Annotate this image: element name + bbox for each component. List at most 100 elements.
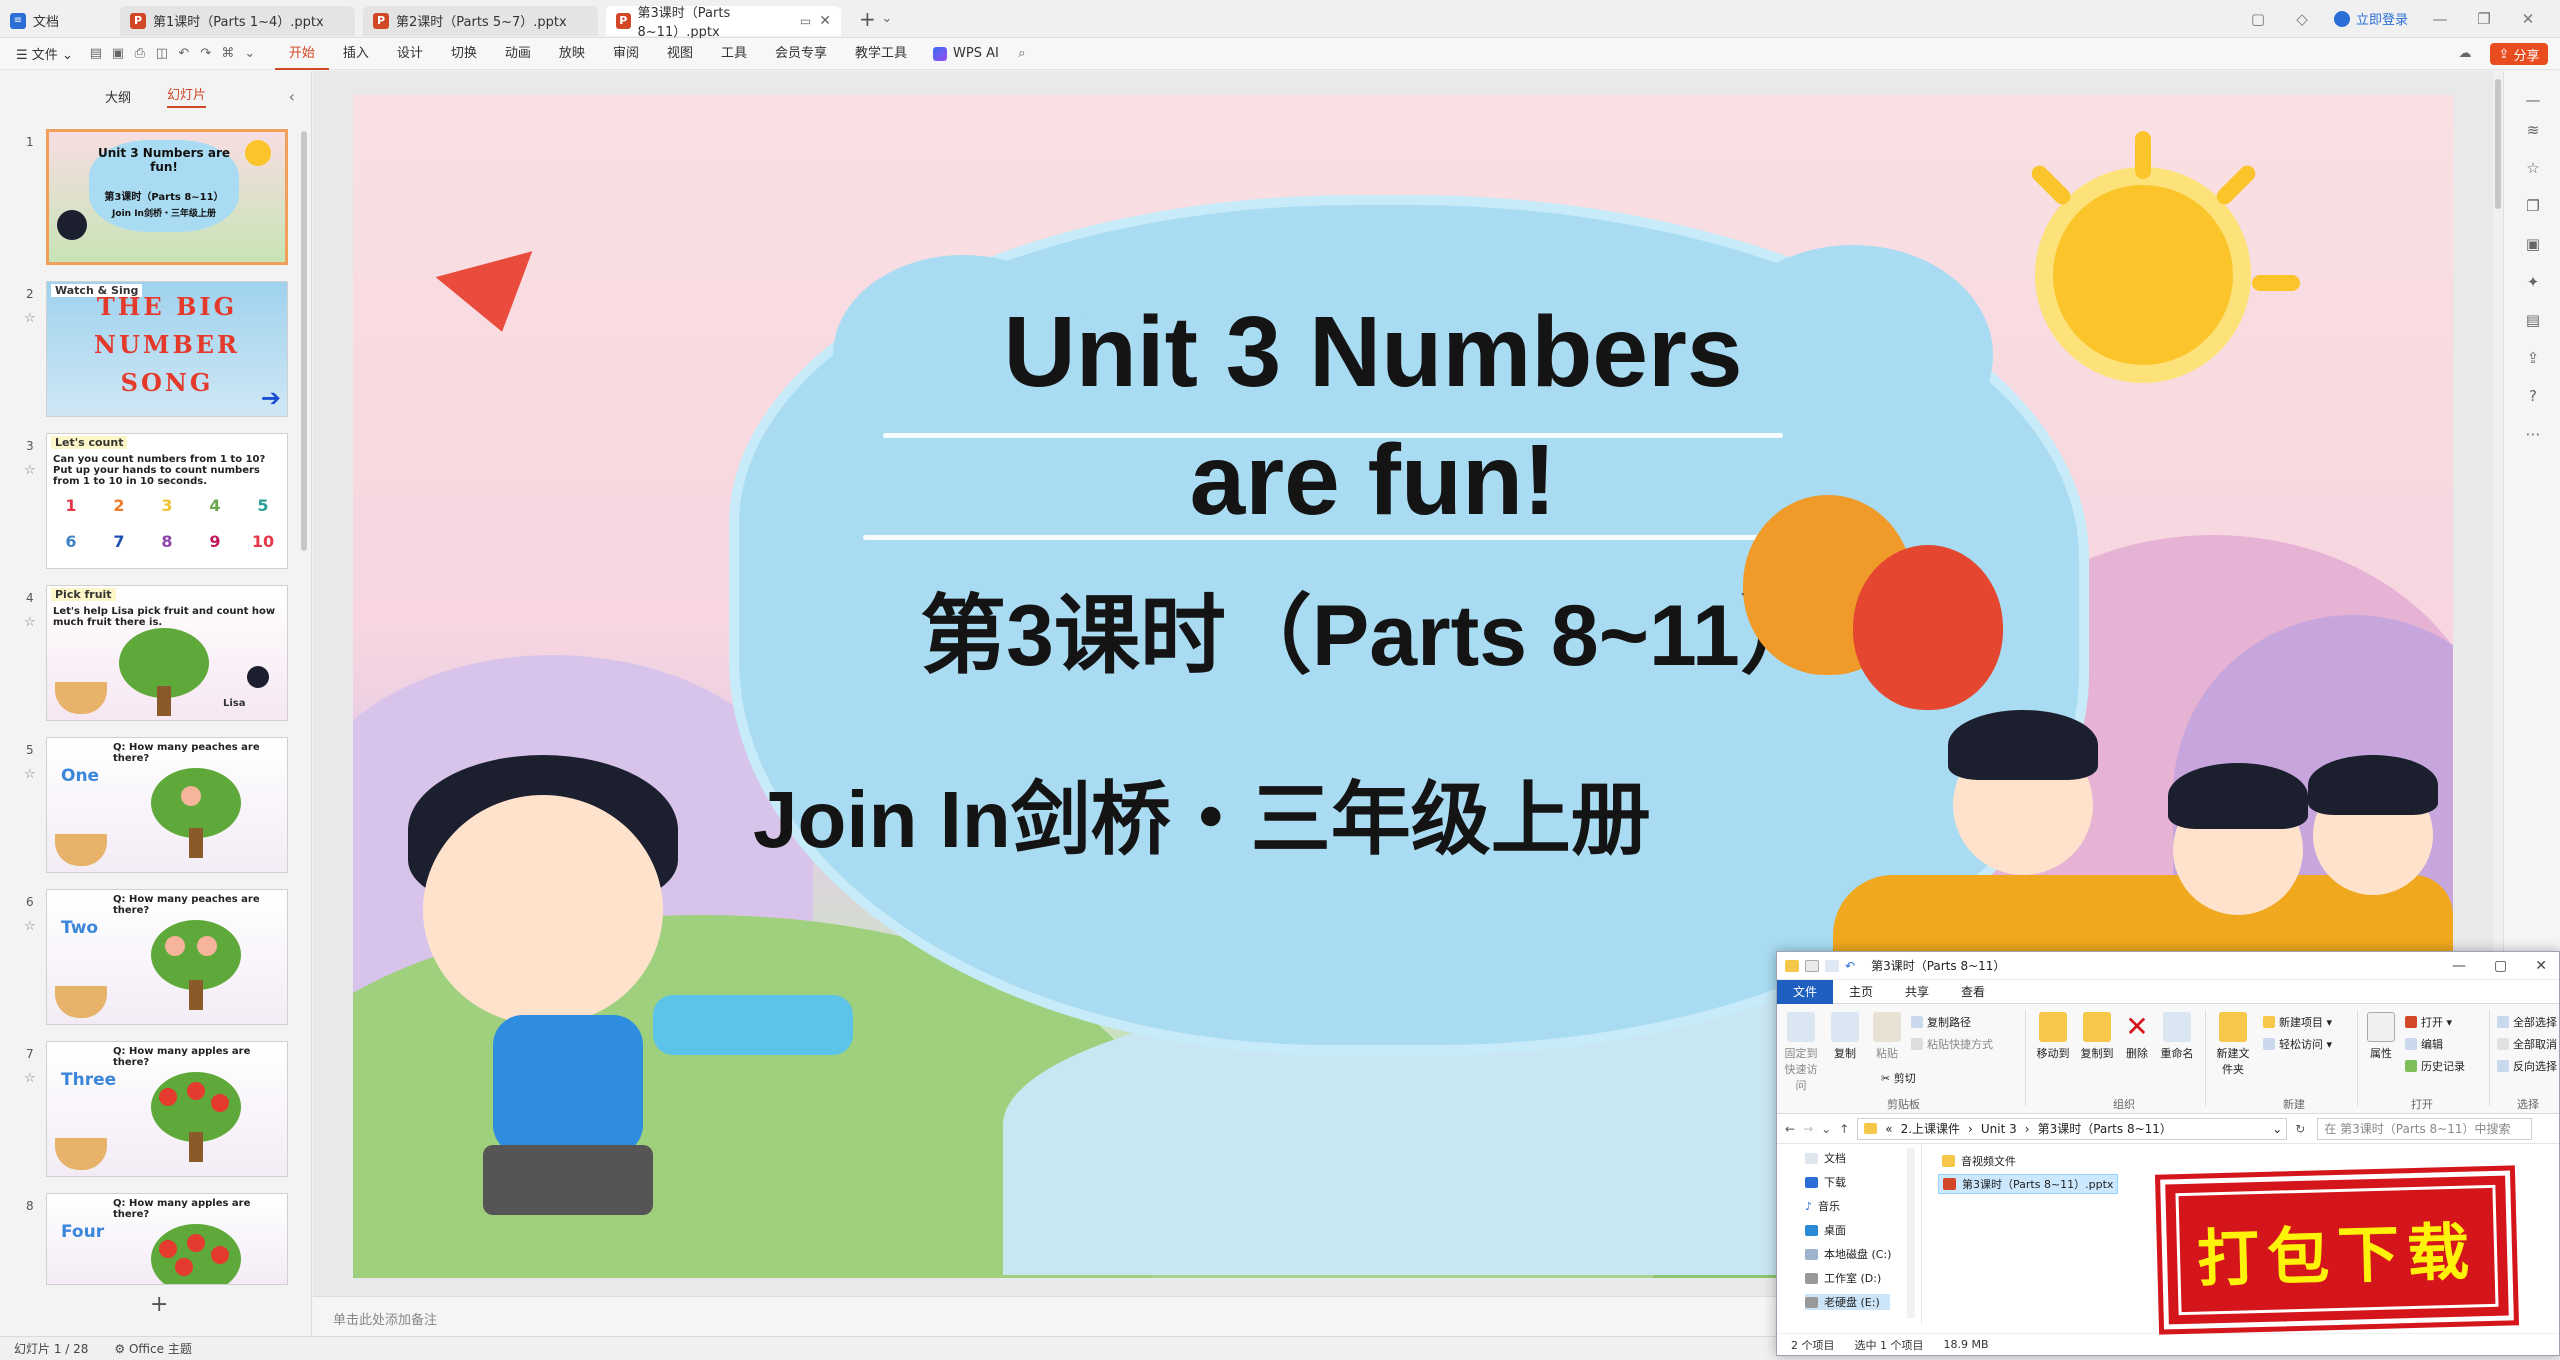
invert-selection-button[interactable]: 反向选择 xyxy=(2497,1058,2557,1074)
screen-icon[interactable]: ▭ xyxy=(800,14,811,28)
slide-thumb-row[interactable]: 5 ☆ Q: How many peaches are there? One xyxy=(0,737,300,877)
wps-ai-button[interactable]: WPS AI xyxy=(921,46,1011,61)
history-button[interactable]: 历史记录 xyxy=(2405,1058,2465,1074)
menu-member[interactable]: 会员专享 xyxy=(761,38,841,70)
slide-thumb-row[interactable]: 4 ☆ Pick fruit Let's help Lisa pick frui… xyxy=(0,585,300,725)
properties-button[interactable]: 属性 xyxy=(2365,1012,2397,1061)
copy-button[interactable]: 复制 xyxy=(1827,1012,1863,1061)
tab-outline[interactable]: 大纲 xyxy=(105,87,131,106)
slide-thumbnail[interactable]: Q: How many apples are there? Three xyxy=(46,1041,288,1177)
save-icon[interactable]: ▣ xyxy=(107,46,129,61)
rename-button[interactable]: 重命名 xyxy=(2157,1012,2197,1061)
star-icon[interactable]: ☆ xyxy=(24,311,36,326)
close-window-icon[interactable]: ✕ xyxy=(2516,10,2540,28)
slide-thumb-row[interactable]: 7 ☆ Q: How many apples are there? Three xyxy=(0,1041,300,1181)
address-field[interactable]: « 2.上课课件 › Unit 3 › 第3课时（Parts 8~11） ⌄ xyxy=(1857,1117,2288,1140)
nav-item-drive-c[interactable]: 本地磁盘 (C:) xyxy=(1805,1246,1891,1262)
slide-thumb-row[interactable]: 6 ☆ Q: How many peaches are there? Two xyxy=(0,889,300,1029)
tab-file-3[interactable]: P 第3课时（Parts 8~11）.pptx ▭ ✕ xyxy=(606,5,841,40)
nav-item-drive-e[interactable]: 老硬盘 (E:) xyxy=(1805,1294,1890,1310)
minus-icon[interactable]: — xyxy=(2524,91,2542,109)
breadcrumb-item[interactable]: 第3课时（Parts 8~11） xyxy=(2038,1120,2172,1137)
tab-file-2[interactable]: P 第2课时（Parts 5~7）.pptx xyxy=(363,5,598,36)
nav-item-downloads[interactable]: 下载 xyxy=(1805,1174,1846,1190)
search-icon[interactable]: ⌕ xyxy=(1011,46,1033,61)
file-menu[interactable]: ☰ 文件 ⌄ xyxy=(0,44,85,63)
menu-slideshow[interactable]: 放映 xyxy=(545,38,599,70)
slide-thumb-row[interactable]: 1 Unit 3 Numbers are fun! 第3课时（Parts 8~1… xyxy=(0,129,300,269)
undo-icon[interactable]: ↶ xyxy=(173,46,195,61)
slide-thumb-row[interactable]: 3 ☆ Let's count Can you count numbers fr… xyxy=(0,433,300,573)
explorer-tab-home[interactable]: 主页 xyxy=(1833,980,1889,1004)
star-icon[interactable]: ☆ xyxy=(24,919,36,934)
format-painter-icon[interactable]: ⌘ xyxy=(217,46,239,61)
edit-button[interactable]: 编辑 xyxy=(2405,1036,2443,1052)
menu-transition[interactable]: 切换 xyxy=(437,38,491,70)
new-folder-quick-icon[interactable] xyxy=(1825,959,1839,972)
collapse-panel-icon[interactable]: ‹ xyxy=(289,87,295,106)
slide-thumbnail[interactable]: Q: How many peaches are there? Two xyxy=(46,889,288,1025)
nav-item-music[interactable]: ♪ 音乐 xyxy=(1805,1198,1840,1214)
slide-thumbnail[interactable]: Q: How many apples are there? Four xyxy=(46,1193,288,1285)
new-tab-icon[interactable]: + xyxy=(859,7,876,31)
share-icon[interactable]: ⇪ xyxy=(2524,349,2542,367)
chevron-down-icon[interactable]: ⌄ xyxy=(876,11,898,26)
properties-icon[interactable]: ≋ xyxy=(2524,121,2542,139)
tab-docs-home[interactable]: ≡ 文档 xyxy=(0,6,120,36)
more-icon[interactable]: ⋯ xyxy=(2524,425,2542,443)
menu-teaching-tools[interactable]: 教学工具 xyxy=(841,38,921,70)
panel-scrollbar[interactable] xyxy=(301,131,307,551)
menu-design[interactable]: 设计 xyxy=(383,38,437,70)
recent-icon[interactable]: ⌄ xyxy=(1821,1122,1831,1136)
slide-thumb-row[interactable]: 2 ☆ Watch & Sing THE BIG NUMBER SONG ➔ xyxy=(0,281,300,421)
breadcrumb-item[interactable]: Unit 3 xyxy=(1981,1122,2017,1136)
layout-icon[interactable]: ▢ xyxy=(2246,10,2270,28)
paste-shortcut-button[interactable]: 粘贴快捷方式 xyxy=(1911,1036,1993,1052)
menu-tools[interactable]: 工具 xyxy=(707,38,761,70)
preview-icon[interactable]: ◫ xyxy=(151,46,173,61)
print-icon[interactable]: ⎙ xyxy=(129,46,151,61)
more-quick-icon[interactable]: ⌄ xyxy=(239,46,261,61)
select-none-button[interactable]: 全部取消 xyxy=(2497,1036,2557,1052)
open-button[interactable]: 打开 ▾ xyxy=(2405,1014,2452,1030)
explorer-tab-share[interactable]: 共享 xyxy=(1889,980,1945,1004)
breadcrumb-item[interactable]: 2.上课课件 xyxy=(1901,1120,1960,1137)
up-icon[interactable]: ↑ xyxy=(1839,1122,1849,1136)
new-item-button[interactable]: 新建项目 ▾ xyxy=(2263,1014,2332,1030)
forward-icon[interactable]: → xyxy=(1803,1122,1813,1136)
minimize-icon[interactable]: — xyxy=(2452,958,2466,974)
star-icon[interactable]: ☆ xyxy=(24,463,36,478)
slide-thumb-row[interactable]: 8 Q: How many apples are there? Four xyxy=(0,1193,300,1285)
select-all-button[interactable]: 全部选择 xyxy=(2497,1014,2557,1030)
scroll-thumb[interactable] xyxy=(2495,79,2501,209)
nav-scrollbar[interactable] xyxy=(1907,1148,1915,1318)
explorer-search-input[interactable]: 在 第3课时（Parts 8~11）中搜索 xyxy=(2317,1117,2533,1140)
image-icon[interactable]: ▣ xyxy=(2524,235,2542,253)
pack-download-stamp[interactable]: 打包下载 xyxy=(2155,1165,2519,1335)
menu-review[interactable]: 审阅 xyxy=(599,38,653,70)
address-dropdown-icon[interactable]: ⌄ xyxy=(2272,1122,2286,1136)
easy-access-button[interactable]: 轻松访问 ▾ xyxy=(2263,1036,2332,1052)
delete-button[interactable]: ✕ 删除 xyxy=(2121,1012,2153,1061)
menu-animation[interactable]: 动画 xyxy=(491,38,545,70)
star-icon[interactable]: ☆ xyxy=(24,767,36,782)
slide-thumbnail[interactable]: Unit 3 Numbers are fun! 第3课时（Parts 8~11）… xyxy=(46,129,288,265)
login-button[interactable]: 立即登录 xyxy=(2333,9,2408,28)
slide-thumbnail[interactable]: Let's count Can you count numbers from 1… xyxy=(46,433,288,569)
cloud-sync-icon[interactable]: ☁ xyxy=(2454,46,2476,61)
restore-icon[interactable]: ❐ xyxy=(2472,10,2496,28)
tab-file-1[interactable]: P 第1课时（Parts 1~4）.pptx xyxy=(120,5,355,36)
refresh-icon[interactable]: ↻ xyxy=(2295,1122,2305,1136)
properties-icon[interactable] xyxy=(1805,959,1819,972)
add-slide-icon[interactable]: + xyxy=(150,1292,168,1317)
close-tab-icon[interactable]: ✕ xyxy=(819,13,831,29)
tab-slides[interactable]: 幻灯片 xyxy=(167,84,207,108)
magic-icon[interactable]: ✦ xyxy=(2524,273,2542,291)
back-icon[interactable]: ← xyxy=(1785,1122,1795,1136)
close-window-icon[interactable]: ✕ xyxy=(2535,958,2547,974)
undo-icon[interactable]: ↶ xyxy=(1845,959,1855,973)
file-row-folder[interactable]: 音视频文件 xyxy=(1938,1152,2020,1170)
share-button[interactable]: ⇪ 分享 xyxy=(2490,43,2548,65)
slide-thumbnail[interactable]: Q: How many peaches are there? One xyxy=(46,737,288,873)
menu-view[interactable]: 视图 xyxy=(653,38,707,70)
